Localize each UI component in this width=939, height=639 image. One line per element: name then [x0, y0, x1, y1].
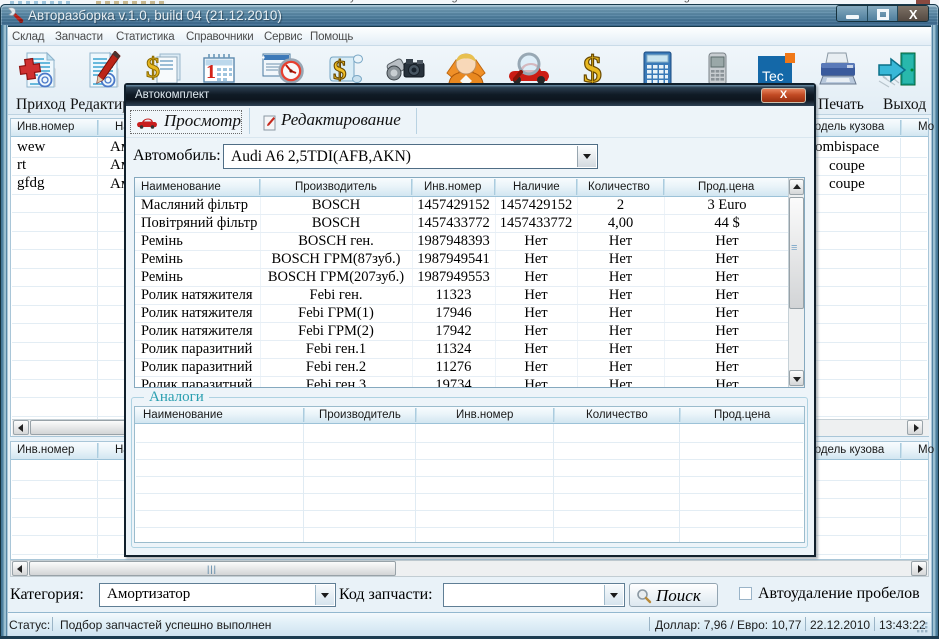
svg-text:$: $: [333, 55, 347, 85]
svg-text:$: $: [146, 53, 160, 84]
svg-text:1: 1: [206, 61, 216, 83]
svg-text:Tec: Tec: [762, 68, 784, 84]
svg-text:$: $: [583, 51, 602, 87]
